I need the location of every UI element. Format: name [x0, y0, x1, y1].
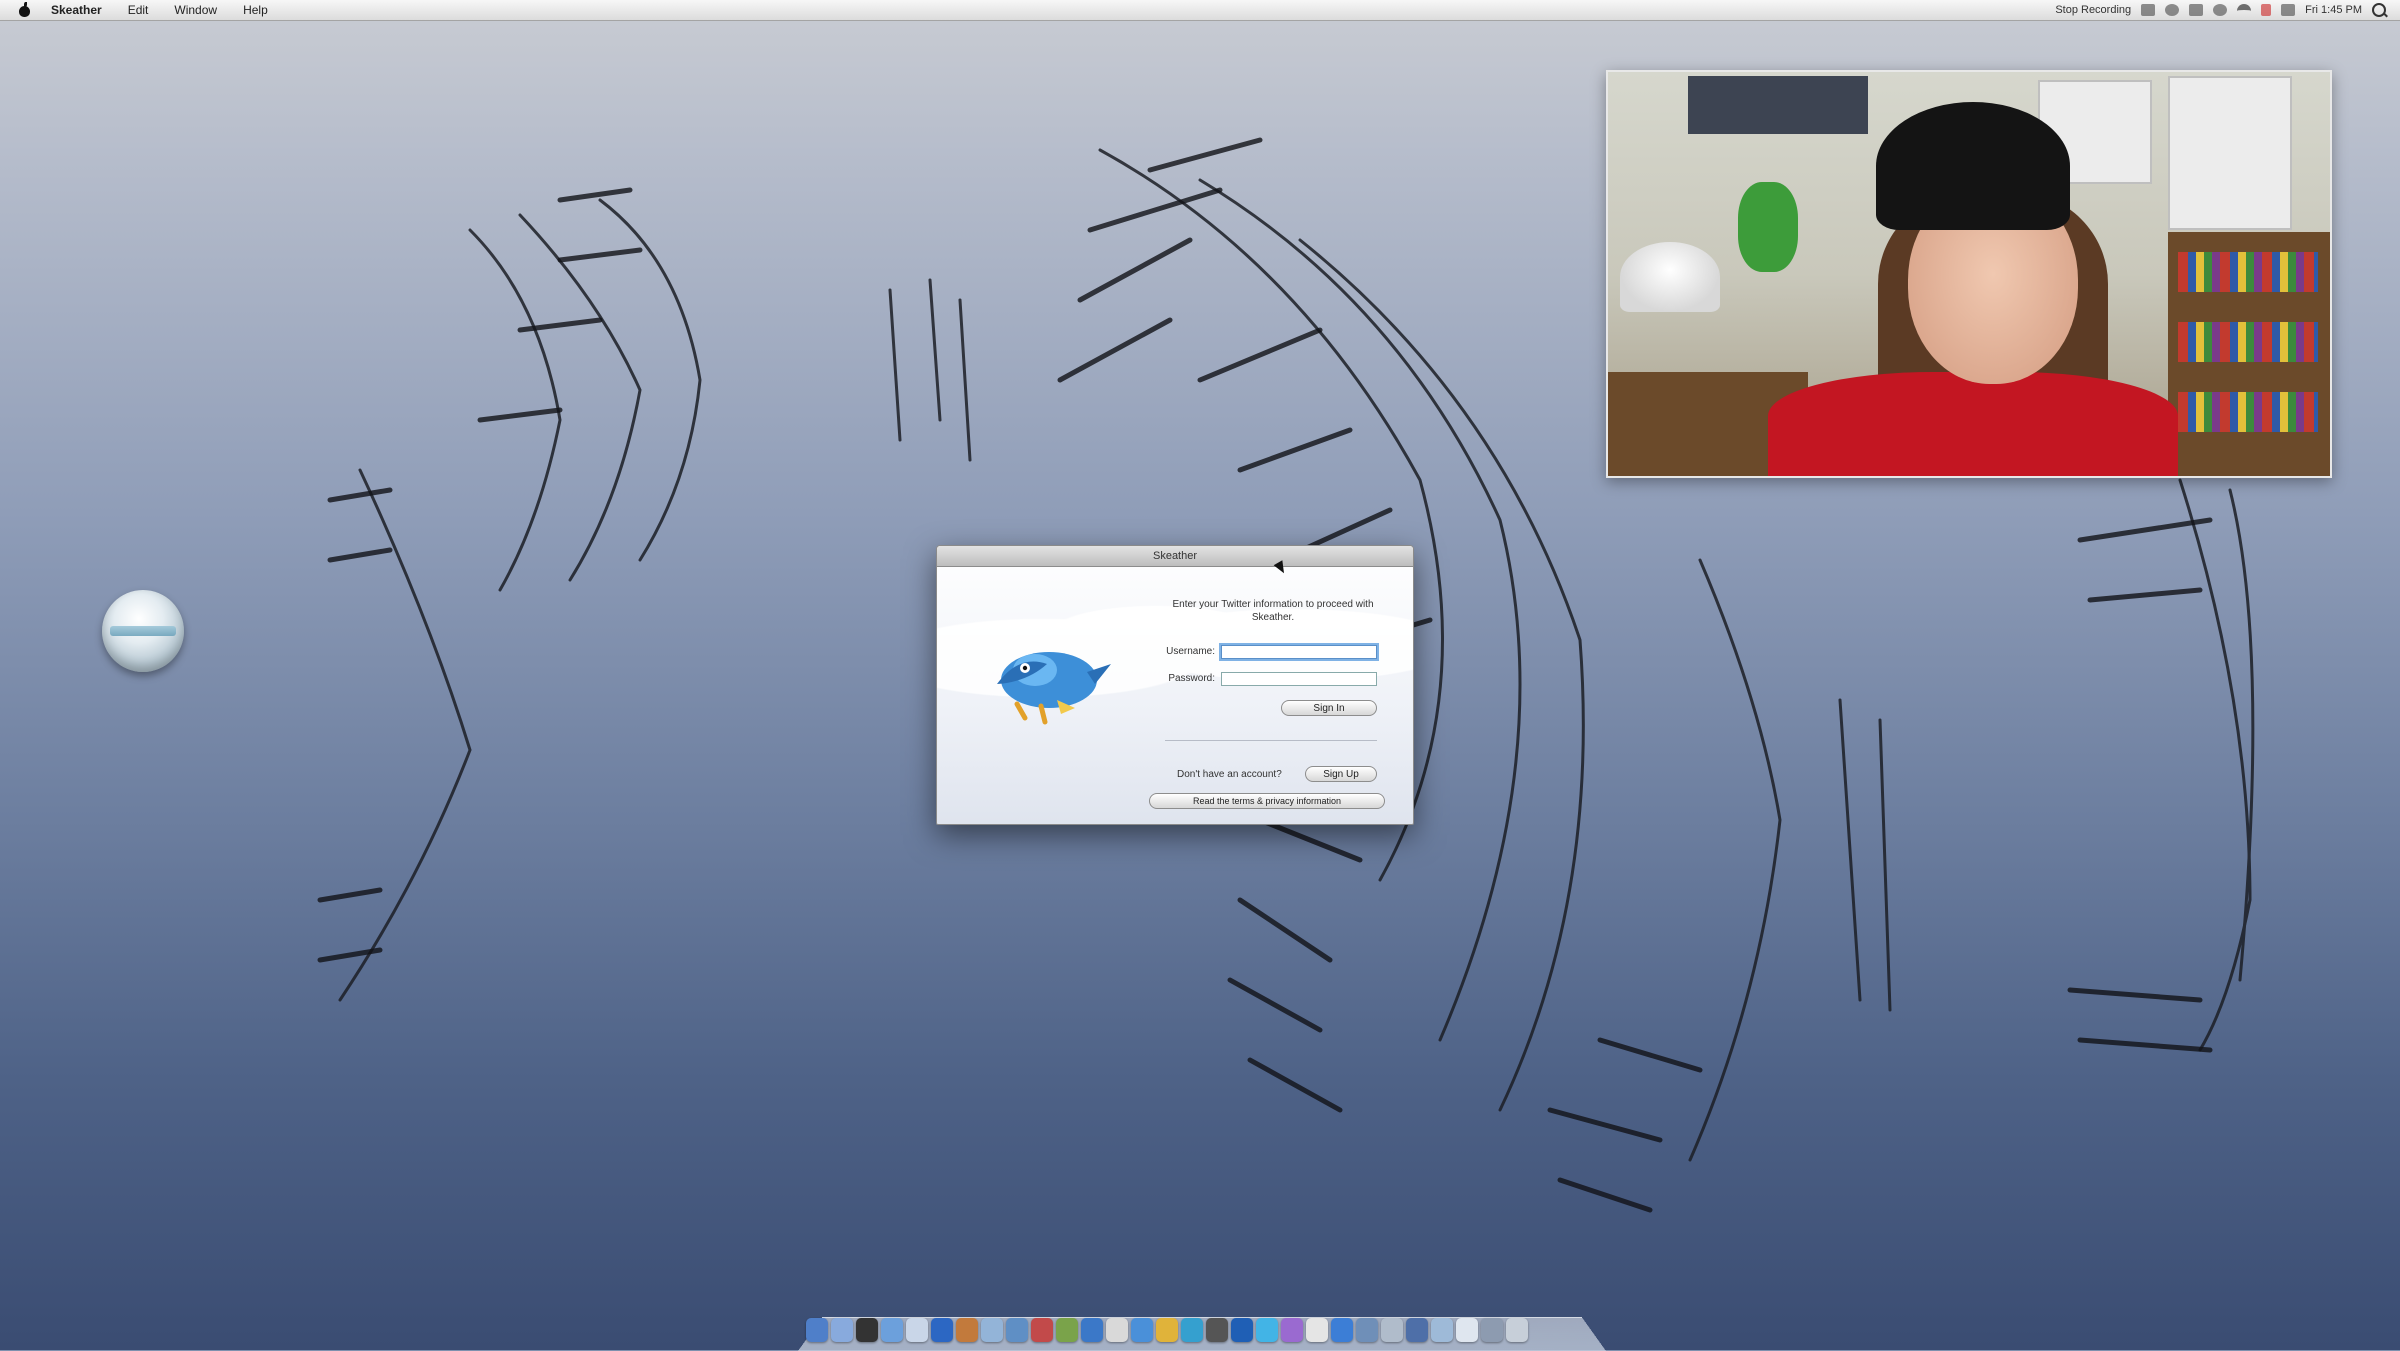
app-icon[interactable] — [1381, 1318, 1403, 1342]
app-icon[interactable] — [1306, 1318, 1328, 1342]
username-label: Username: — [1166, 646, 1215, 657]
app-icon[interactable] — [1081, 1318, 1103, 1342]
menu-window[interactable]: Window — [172, 1, 219, 19]
app-icon[interactable] — [981, 1318, 1003, 1342]
input-flag-icon[interactable] — [2261, 4, 2272, 16]
app-icon[interactable] — [1106, 1318, 1128, 1342]
app-icon[interactable] — [1181, 1318, 1203, 1342]
books-row-1 — [2178, 252, 2318, 292]
disk-icon[interactable] — [102, 590, 184, 672]
apple-icon[interactable] — [18, 1, 31, 18]
red-sweater — [1768, 372, 2178, 476]
time-machine-icon[interactable] — [2213, 4, 2228, 16]
privacy-button[interactable]: Read the terms & privacy information — [1149, 793, 1385, 809]
dialog-title[interactable]: Skeather — [937, 546, 1413, 567]
bird-icon — [997, 652, 1111, 725]
document-icon[interactable] — [1456, 1318, 1478, 1342]
record-status[interactable]: Stop Recording — [2055, 4, 2131, 16]
username-field[interactable] — [1221, 645, 1377, 659]
password-field[interactable] — [1221, 672, 1377, 686]
login-dialog: Skeather Enter your Twitter information … — [936, 545, 1414, 825]
bird-app-icon[interactable] — [1331, 1318, 1353, 1342]
app-icon[interactable] — [931, 1318, 953, 1342]
wall-whiteboard — [2168, 76, 2292, 230]
trash-icon[interactable] — [1506, 1318, 1528, 1342]
volume-icon[interactable] — [2281, 4, 2296, 16]
folder-icon[interactable] — [1481, 1318, 1503, 1342]
menu-extras: Stop Recording Fri 1:45 PM — [2055, 0, 2386, 20]
menu-edit[interactable]: Edit — [126, 1, 151, 19]
app-icon[interactable] — [1031, 1318, 1053, 1342]
sync-icon[interactable] — [2165, 4, 2180, 16]
books-row-3 — [2178, 392, 2318, 432]
no-account-text: Don't have an account? — [1177, 769, 1282, 780]
app-icon[interactable] — [956, 1318, 978, 1342]
menu-bar: Skeather Edit Window Help Stop Recording… — [0, 0, 2400, 21]
app-icon[interactable] — [1256, 1318, 1278, 1342]
sign-in-button[interactable]: Sign In — [1281, 700, 1377, 716]
search-icon[interactable] — [2372, 3, 2386, 17]
app-icon[interactable] — [856, 1318, 878, 1342]
app-icon[interactable] — [1006, 1318, 1028, 1342]
app-icon[interactable] — [1056, 1318, 1078, 1342]
menu-clock[interactable]: Fri 1:45 PM — [2305, 4, 2362, 16]
menu-help[interactable]: Help — [241, 1, 270, 19]
books-row-2 — [2178, 322, 2318, 362]
battery-icon[interactable] — [2189, 4, 2204, 16]
dock — [806, 1312, 1598, 1342]
app-icon[interactable] — [1156, 1318, 1178, 1342]
knit-hat — [1876, 102, 2070, 230]
webcam-video — [1606, 70, 2332, 478]
app-icon[interactable] — [1131, 1318, 1153, 1342]
display-icon[interactable] — [2141, 4, 2156, 16]
menu-app-name[interactable]: Skeather — [49, 1, 104, 19]
dialog-message: Enter your Twitter information to procee… — [1172, 599, 1374, 623]
app-icon[interactable] — [1231, 1318, 1253, 1342]
wifi-icon[interactable] — [2237, 4, 2252, 16]
wall-whiteboard-dark — [1688, 76, 1868, 134]
app-icon[interactable] — [1406, 1318, 1428, 1342]
desk-lamp — [1620, 242, 1720, 312]
finder-icon[interactable] — [806, 1318, 828, 1342]
app-icon[interactable] — [881, 1318, 903, 1342]
dashboard-icon[interactable] — [831, 1318, 853, 1342]
app-icon[interactable] — [1356, 1318, 1378, 1342]
app-icon[interactable] — [906, 1318, 928, 1342]
password-label: Password: — [1168, 673, 1215, 684]
app-icon[interactable] — [1281, 1318, 1303, 1342]
sign-up-button[interactable]: Sign Up — [1305, 766, 1377, 782]
app-icon[interactable] — [1431, 1318, 1453, 1342]
dialog-separator — [1165, 740, 1377, 741]
app-icon[interactable] — [1206, 1318, 1228, 1342]
green-figurine — [1738, 182, 1798, 272]
